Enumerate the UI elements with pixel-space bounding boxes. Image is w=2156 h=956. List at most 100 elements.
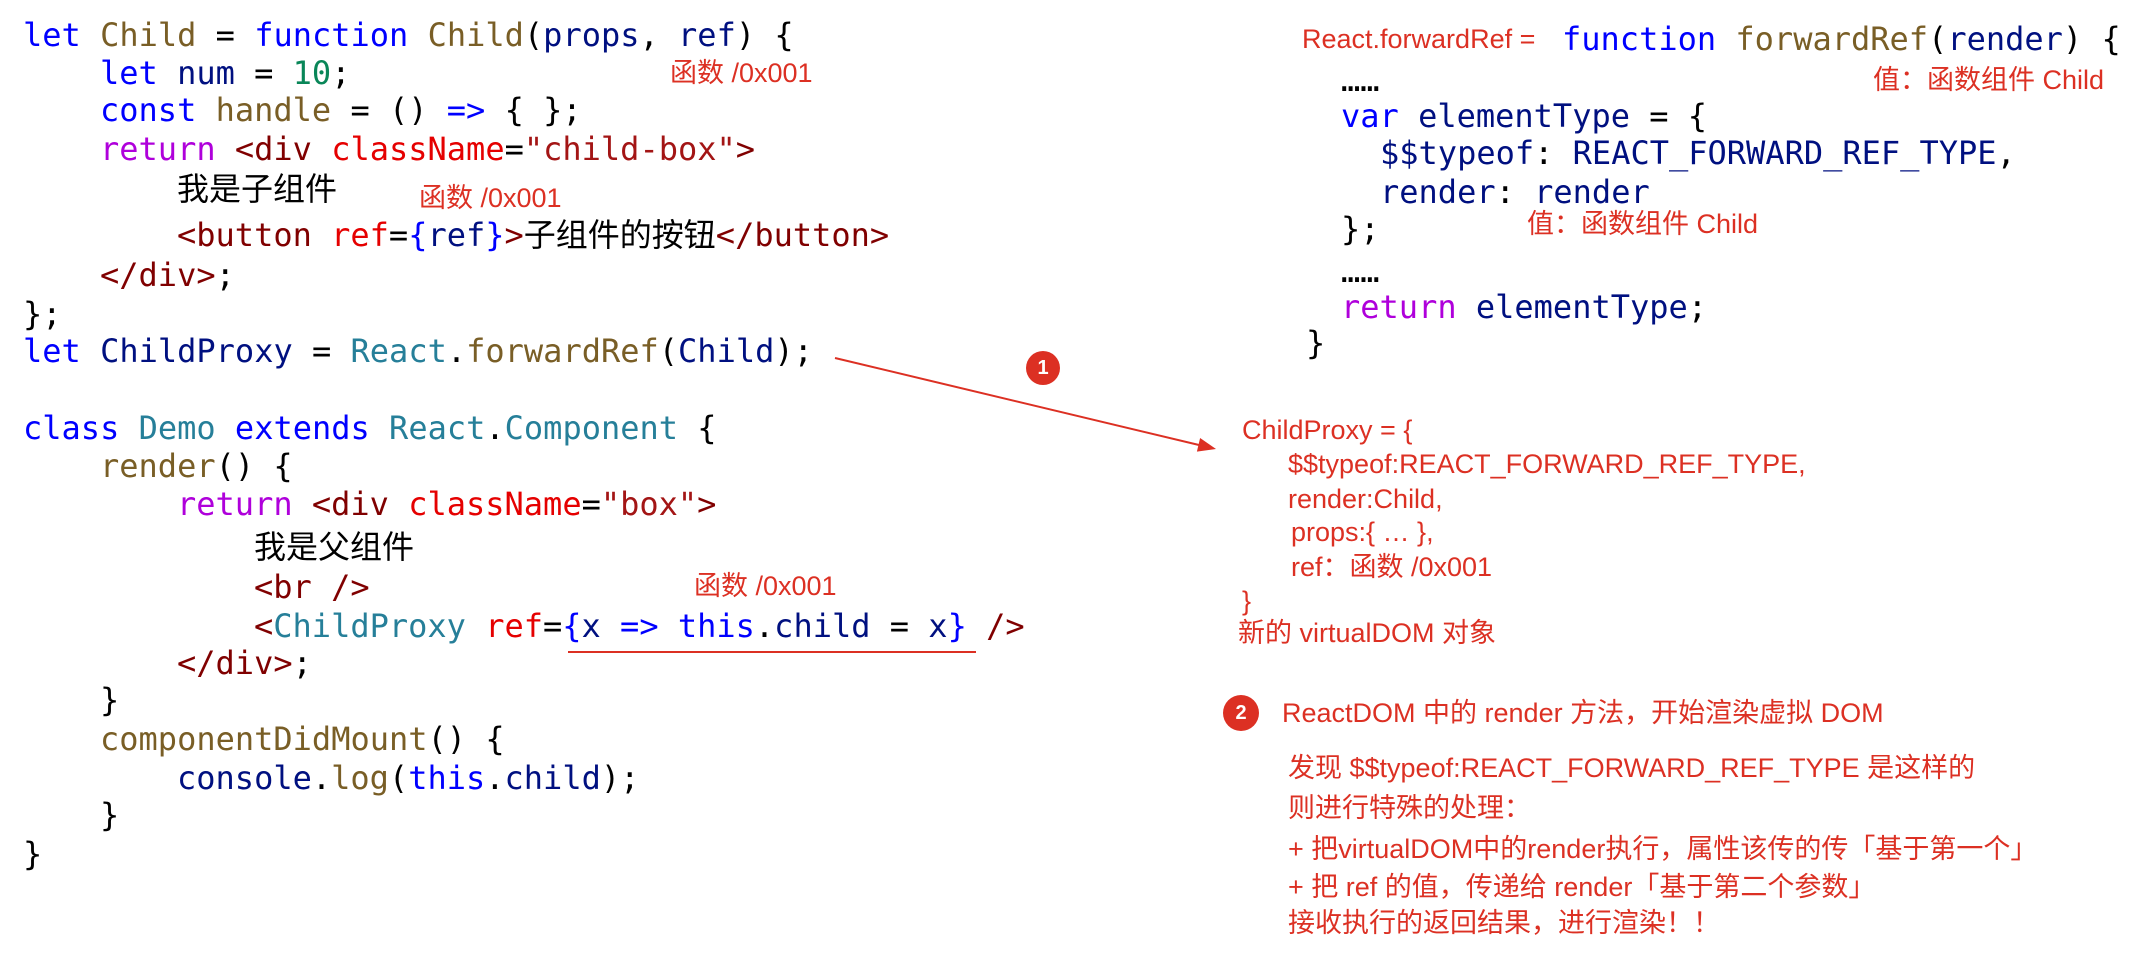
ref-callback-annotation: 函数 /0x001 (694, 571, 837, 601)
code-token: render (100, 447, 216, 485)
code-token: < (254, 607, 274, 645)
code-token: ref (465, 607, 543, 645)
code-token: = (234, 54, 293, 92)
code-token: ref (427, 216, 486, 254)
ref-value-annotation: 函数 /0x001 (419, 183, 562, 213)
ref-value-annotation: 函数 /0x001 (670, 58, 813, 88)
code-token: ( (523, 16, 544, 54)
code-token: ) { (2062, 20, 2121, 58)
code-line: let Child = function Child(props, ref) { (23, 16, 794, 54)
code-token: ( (388, 759, 409, 797)
code-line: …… (1341, 252, 1380, 290)
step-2-detail: 发现 $$typeof:REACT_FORWARD_REF_TYPE 是这样的 (1288, 753, 1976, 783)
code-token: ( (658, 332, 679, 370)
code-line: </div>; (100, 256, 235, 294)
code-token: { (408, 216, 428, 254)
code-token: Child (80, 16, 197, 54)
code-line: return elementType; (1341, 288, 1707, 326)
code-line: render: render (1380, 173, 1650, 211)
code-token: => (446, 91, 486, 129)
code-token: elementType (1456, 288, 1688, 326)
code-token: > (697, 485, 717, 523)
code-line: componentDidMount() { (100, 720, 505, 758)
code-token: React (369, 409, 486, 447)
code-line: var elementType = { (1341, 97, 1707, 135)
step-1-badge: 1 (1026, 351, 1060, 385)
code-token: () { (427, 720, 505, 758)
code-token: = (388, 216, 409, 254)
code-token: }; (23, 295, 62, 333)
code-token: elementType (1398, 97, 1630, 135)
virtual-dom-line: render:Child, (1288, 484, 1443, 514)
code-token: return (1341, 288, 1457, 326)
code-token: }; (1341, 210, 1380, 248)
code-token: <div (292, 485, 389, 523)
code-line: class Demo extends React.Component { (23, 409, 717, 447)
code-line: const handle = () => { }; (100, 91, 582, 129)
code-token: () { (215, 447, 293, 485)
code-token: this (408, 759, 486, 797)
code-token: props (543, 16, 640, 54)
code-token: . (485, 409, 505, 447)
code-token: : (1495, 173, 1535, 211)
code-token: ) { (735, 16, 794, 54)
code-token: = (581, 485, 601, 523)
code-line: return <div className="box"> (177, 485, 716, 523)
code-token: const (100, 91, 197, 129)
arrow-to-virtual-dom (834, 357, 1200, 446)
code-token: . (446, 332, 467, 370)
code-line: let ChildProxy = React.forwardRef(Child)… (23, 332, 813, 370)
code-token: ChildProxy (273, 607, 466, 645)
virtual-dom-line: ref：函数 /0x001 (1291, 552, 1493, 582)
code-token: <button (177, 216, 312, 254)
code-token: let (23, 332, 81, 370)
code-line: </div>; (177, 644, 312, 682)
code-token: Demo (119, 409, 216, 447)
code-line: <ChildProxy ref={x => this.child = x} /> (254, 607, 1025, 645)
step-number: 2 (1235, 701, 1247, 724)
step-2-detail: + 把virtualDOM中的render执行，属性该传的传「基于第一个」 (1288, 834, 2038, 864)
code-token: ; (1687, 288, 1708, 326)
code-token: } (947, 607, 967, 645)
code-token: render (1947, 20, 2063, 58)
code-token: forwardRef (1716, 20, 1929, 58)
code-token: = (504, 130, 524, 168)
code-token: ref (678, 16, 736, 54)
code-token: = (870, 607, 929, 645)
code-token: componentDidMount (100, 720, 428, 758)
render-prop-annotation: 值：函数组件 Child (1527, 209, 1759, 239)
code-token: child (774, 607, 871, 645)
code-token: <br /> (254, 568, 370, 606)
code-token: > (504, 216, 524, 254)
code-token: </button> (715, 216, 890, 254)
code-token: 我是父组件 (254, 528, 415, 566)
code-token: = (292, 332, 351, 370)
code-token: REACT_FORWARD_REF_TYPE (1572, 134, 1997, 172)
step-2-title: ReactDOM 中的 render 方法，开始渲染虚拟 DOM (1282, 698, 1884, 728)
code-token: ; (215, 256, 235, 294)
code-line: return <div className="child-box"> (100, 130, 755, 168)
code-token: let (100, 54, 158, 92)
code-token: </div> (100, 256, 216, 294)
code-token: render (1380, 173, 1496, 211)
code-line: <button ref={ref}>子组件的按钮</button> (177, 216, 889, 254)
code-token: </div> (177, 644, 293, 682)
code-token: Child (408, 16, 524, 54)
code-line: …… (1341, 61, 1380, 99)
code-line: } (23, 835, 42, 873)
code-token: = (196, 16, 255, 54)
virtual-dom-line: $$typeof:REACT_FORWARD_REF_TYPE, (1288, 449, 1806, 479)
forward-ref-label: React.forwardRef = (1302, 24, 1536, 54)
code-token: /> (966, 607, 1025, 645)
code-token: return (100, 130, 216, 168)
code-token: ; (331, 54, 351, 92)
step-2-detail: + 把 ref 的值，传递给 render「基于第二个参数」 (1288, 872, 1876, 902)
code-token: ); (774, 332, 813, 370)
code-token: x (928, 607, 948, 645)
code-token: . (485, 759, 505, 797)
code-line: 我是父组件 (254, 528, 414, 566)
code-line: } (1306, 324, 1325, 362)
code-line: $$typeof: REACT_FORWARD_REF_TYPE, (1380, 134, 2016, 172)
code-token: ChildProxy (80, 332, 293, 370)
code-token: forwardRef (466, 332, 659, 370)
